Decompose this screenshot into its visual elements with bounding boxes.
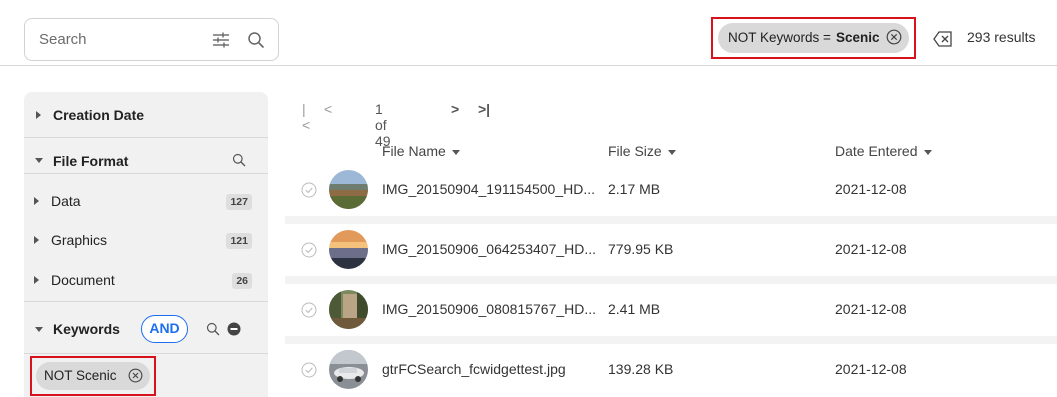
- facet-item-label: Document: [51, 272, 115, 288]
- top-bar: Search NOT Keywords = Scenic 293 results: [0, 0, 1057, 66]
- collapse-icon: [35, 158, 43, 163]
- next-page-button[interactable]: >: [451, 101, 459, 117]
- sort-caret-icon: [451, 149, 460, 155]
- expand-icon: [34, 276, 39, 284]
- check-circle-icon[interactable]: [301, 182, 317, 198]
- facet-label: Keywords: [53, 321, 120, 337]
- search-icon[interactable]: [206, 322, 220, 336]
- first-page-button[interactable]: |<: [302, 101, 310, 133]
- keywords-operator-toggle[interactable]: AND: [141, 315, 188, 343]
- file-name: IMG_20150904_191154500_HD...: [382, 181, 596, 197]
- facet-keywords[interactable]: Keywords AND: [24, 302, 268, 354]
- file-date: 2021-12-08: [835, 361, 907, 377]
- last-page-button[interactable]: >|: [478, 101, 490, 117]
- keyword-chip-label: NOT Scenic: [44, 368, 117, 383]
- backspace-icon[interactable]: [933, 31, 953, 47]
- table-row[interactable]: gtrFCSearch_fcwidgettest.jpg 139.28 KB 2…: [285, 344, 1057, 396]
- facet-item-label: Data: [51, 193, 81, 209]
- file-thumbnail: [329, 350, 368, 389]
- file-size: 779.95 KB: [608, 241, 674, 257]
- keyword-chip[interactable]: NOT Scenic: [36, 362, 150, 390]
- filter-chip-value: Scenic: [836, 30, 880, 45]
- row-divider: [285, 216, 1057, 224]
- facet-item-graphics[interactable]: Graphics 121: [24, 226, 268, 256]
- filter-chip-prefix: NOT Keywords =: [728, 30, 831, 45]
- row-divider: [285, 276, 1057, 284]
- column-header-label: File Size: [608, 143, 662, 159]
- sort-caret-icon: [667, 149, 676, 155]
- active-filter-highlight: NOT Keywords = Scenic: [711, 17, 916, 59]
- check-circle-icon[interactable]: [301, 302, 317, 318]
- facet-file-format[interactable]: File Format: [24, 138, 268, 174]
- close-circle-icon[interactable]: [886, 29, 902, 45]
- search-input[interactable]: Search: [39, 31, 87, 48]
- table-row[interactable]: IMG_20150906_080815767_HD... 2.41 MB 202…: [285, 284, 1057, 336]
- facet-item-count: 121: [226, 233, 252, 249]
- column-header-date[interactable]: Date Entered: [835, 143, 932, 159]
- minus-circle-icon[interactable]: [227, 322, 241, 336]
- facet-item-count: 127: [226, 194, 252, 210]
- check-circle-icon[interactable]: [301, 242, 317, 258]
- search-icon[interactable]: [232, 153, 246, 167]
- row-divider: [285, 336, 1057, 344]
- file-size: 2.17 MB: [608, 181, 661, 197]
- file-name: IMG_20150906_064253407_HD...: [382, 241, 597, 257]
- expand-icon: [36, 111, 41, 119]
- table-row[interactable]: IMG_20150904_191154500_HD... 2.17 MB 202…: [285, 164, 1057, 216]
- facet-item-label: Graphics: [51, 232, 108, 248]
- file-date: 2021-12-08: [835, 181, 907, 197]
- search-box[interactable]: Search: [24, 18, 279, 61]
- sort-caret-icon: [923, 149, 932, 155]
- file-size: 2.41 MB: [608, 301, 661, 317]
- file-date: 2021-12-08: [835, 301, 907, 317]
- facet-label: Creation Date: [53, 107, 145, 123]
- column-header-label: Date Entered: [835, 143, 918, 159]
- file-thumbnail: [329, 170, 368, 209]
- tune-icon[interactable]: [212, 31, 230, 49]
- expand-icon: [34, 236, 39, 244]
- column-header-label: File Name: [382, 143, 446, 159]
- facet-panel: Creation Date File Format Data 127 Graph…: [24, 92, 268, 397]
- column-header-size[interactable]: File Size: [608, 143, 676, 159]
- prev-page-button[interactable]: <: [324, 101, 332, 117]
- active-filter-chip[interactable]: NOT Keywords = Scenic: [718, 23, 909, 53]
- close-circle-icon[interactable]: [128, 368, 143, 383]
- facet-label: File Format: [53, 153, 129, 169]
- file-name: IMG_20150906_080815767_HD...: [382, 301, 597, 317]
- file-thumbnail: [329, 290, 368, 329]
- file-size: 139.28 KB: [608, 361, 674, 377]
- facet-item-document[interactable]: Document 26: [24, 266, 268, 302]
- file-thumbnail: [329, 230, 368, 269]
- table-row[interactable]: IMG_20150906_064253407_HD... 779.95 KB 2…: [285, 224, 1057, 276]
- facet-creation-date[interactable]: Creation Date: [24, 92, 268, 138]
- check-circle-icon[interactable]: [301, 362, 317, 378]
- page-indicator: 1 of 49: [375, 101, 391, 149]
- facet-item-count: 26: [232, 273, 252, 289]
- column-header-name[interactable]: File Name: [382, 143, 460, 159]
- facet-item-data[interactable]: Data 127: [24, 187, 268, 217]
- file-date: 2021-12-08: [835, 241, 907, 257]
- keyword-chip-highlight: NOT Scenic: [30, 356, 156, 396]
- results-count: 293 results: [967, 29, 1036, 45]
- search-icon[interactable]: [247, 31, 265, 49]
- file-name: gtrFCSearch_fcwidgettest.jpg: [382, 361, 566, 377]
- expand-icon: [34, 197, 39, 205]
- collapse-icon: [35, 327, 43, 332]
